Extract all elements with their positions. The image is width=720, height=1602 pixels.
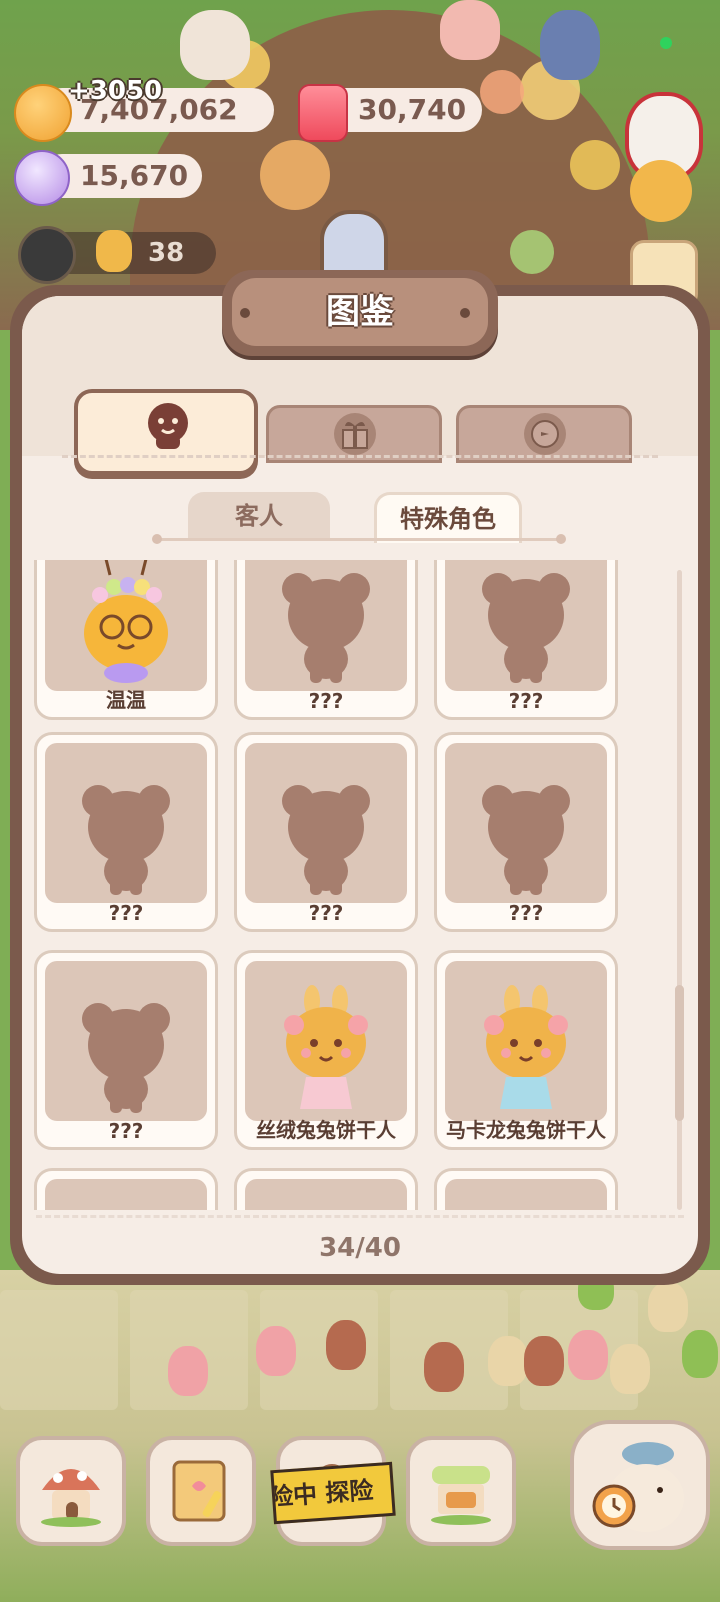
panel-title: 图鉴 (326, 292, 394, 332)
gift-box-icon (334, 413, 376, 455)
card-art (445, 560, 607, 691)
sub-tab-dot (556, 534, 566, 544)
floor-tile (0, 1290, 118, 1410)
cookie-face-icon (148, 403, 188, 449)
character-card[interactable]: 温温 (34, 560, 218, 720)
card-art (445, 961, 607, 1121)
npc-cookie (168, 1346, 208, 1396)
decor-bubble (570, 140, 620, 190)
character-card[interactable] (234, 1168, 418, 1210)
card-name: 温温 (106, 688, 146, 712)
bunny-cookie-pink-character (284, 985, 368, 1109)
card-name: ??? (508, 901, 544, 925)
collection-counter: 34/40 (319, 1233, 401, 1263)
token-amount: 38 (148, 238, 185, 268)
candy-crystal-icon (14, 150, 70, 206)
fish-clock-icon (592, 1442, 684, 1532)
nav-notebook-button[interactable] (146, 1436, 256, 1546)
tab-special-characters[interactable]: 特殊角色 (374, 492, 522, 543)
nav-house-button[interactable] (16, 1436, 126, 1546)
sub-tab-underline (160, 538, 562, 541)
locked-silhouette (82, 785, 170, 895)
character-card[interactable] (34, 1168, 218, 1210)
tab-guests[interactable]: 客人 (188, 492, 330, 540)
character-card-locked[interactable]: ??? (434, 560, 618, 720)
character-card-locked[interactable]: ??? (434, 732, 618, 932)
character-card[interactable]: 马卡龙兔兔饼干人 (434, 950, 618, 1150)
npc-cookie (256, 1326, 296, 1376)
card-art (45, 961, 207, 1121)
bunny-cookie-blue-character (484, 985, 568, 1109)
card-name: ??? (108, 901, 144, 925)
card-art (45, 1179, 207, 1210)
nav-fish-clock-button[interactable] (570, 1420, 710, 1550)
npc-cookie (648, 1282, 688, 1332)
npc-chef-character (180, 10, 250, 80)
mushroom-house-icon (41, 1469, 101, 1527)
sub-tab-dot (152, 534, 162, 544)
npc-cookie (326, 1320, 366, 1370)
card-art (445, 743, 607, 903)
npc-cookie (424, 1342, 464, 1392)
card-name: ??? (108, 1119, 144, 1143)
locked-silhouette (482, 573, 570, 683)
tab-characters[interactable] (74, 389, 258, 475)
card-art (245, 961, 407, 1121)
npc-cookie (610, 1344, 650, 1394)
card-art (245, 560, 407, 691)
gear-icon[interactable] (630, 160, 692, 222)
cookie-gain-popup: +3050 (68, 76, 163, 106)
decor-bubble (510, 230, 554, 274)
card-art (45, 743, 207, 903)
locked-silhouette (482, 785, 570, 895)
character-card-locked[interactable]: ??? (34, 950, 218, 1150)
explore-banner-text: 险中 探险 (270, 1476, 375, 1512)
status-dot (660, 37, 672, 49)
npc-cookie (682, 1330, 718, 1378)
panel-divider (36, 1215, 684, 1218)
locked-silhouette (282, 573, 370, 683)
card-name: ??? (308, 901, 344, 925)
cookie-coin-icon (14, 84, 72, 142)
cookie-token-icon (96, 230, 132, 272)
character-card[interactable] (434, 1168, 618, 1210)
gem-amount: 30,740 (358, 93, 467, 126)
card-art (245, 1179, 407, 1210)
gem-jelly-icon (298, 84, 348, 142)
shop-stall-icon (431, 1466, 491, 1525)
card-name: 马卡龙兔兔饼干人 (446, 1118, 606, 1142)
npc-cookie (524, 1336, 564, 1386)
npc-character (540, 10, 600, 80)
bee-cookie-character (84, 560, 168, 683)
decor-bubble (260, 140, 330, 210)
card-name: 丝绒兔兔饼干人 (256, 1118, 396, 1142)
explore-in-progress-banner: 险中 探险 (270, 1461, 396, 1525)
card-art (245, 743, 407, 903)
card-name: ??? (308, 689, 344, 713)
house-window (320, 210, 388, 278)
npc-cookie (568, 1330, 608, 1380)
character-card-locked[interactable]: ??? (234, 560, 418, 720)
locked-silhouette (282, 785, 370, 895)
character-card-locked[interactable]: ??? (234, 732, 418, 932)
card-art (45, 560, 207, 691)
card-art (445, 1179, 607, 1210)
tab-divider (62, 455, 658, 458)
character-grid[interactable]: 温温 ??? ??? ??? ??? ??? ??? 丝绒兔兔饼干人 马卡龙兔兔… (30, 560, 670, 1210)
locked-silhouette (82, 1003, 170, 1113)
sun-medal-icon (18, 226, 76, 284)
bird-badge-icon (524, 413, 566, 455)
candy-amount: 15,670 (80, 159, 189, 192)
card-name: ??? (508, 689, 544, 713)
character-card[interactable]: 丝绒兔兔饼干人 (234, 950, 418, 1150)
notebook-icon (172, 1460, 226, 1522)
character-card-locked[interactable]: ??? (34, 732, 218, 932)
nav-shop-button[interactable] (406, 1436, 516, 1546)
npc-pig-character (440, 0, 500, 60)
npc-cookie (488, 1336, 528, 1386)
decor-bubble (480, 70, 524, 114)
scrollbar-thumb[interactable] (675, 985, 684, 1121)
